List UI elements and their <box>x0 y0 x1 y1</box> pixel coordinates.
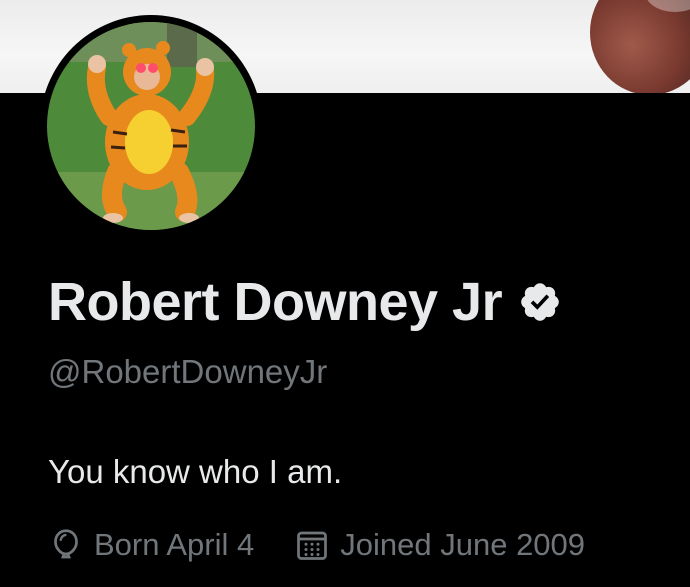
profile-name-row: Robert Downey Jr <box>48 272 562 332</box>
banner-highlight <box>645 0 690 12</box>
banner-image-object <box>590 0 690 93</box>
balloon-icon <box>48 527 84 563</box>
profile-handle: @RobertDowneyJr <box>48 353 328 390</box>
verified-badge-icon[interactable] <box>518 280 562 324</box>
profile-meta-row: Born April 4 Joined June 2009 <box>48 525 585 565</box>
born-item: Born April 4 <box>48 525 254 565</box>
avatar-photo <box>47 22 255 230</box>
joined-item: Joined June 2009 <box>294 525 585 565</box>
profile-avatar[interactable] <box>40 15 262 237</box>
born-label: Born April 4 <box>94 527 255 562</box>
calendar-icon <box>294 527 330 563</box>
joined-label: Joined June 2009 <box>340 527 586 562</box>
display-name: Robert Downey Jr <box>48 272 503 332</box>
profile-bio: You know who I am. <box>48 453 343 490</box>
avatar-photo-image <box>47 22 255 230</box>
